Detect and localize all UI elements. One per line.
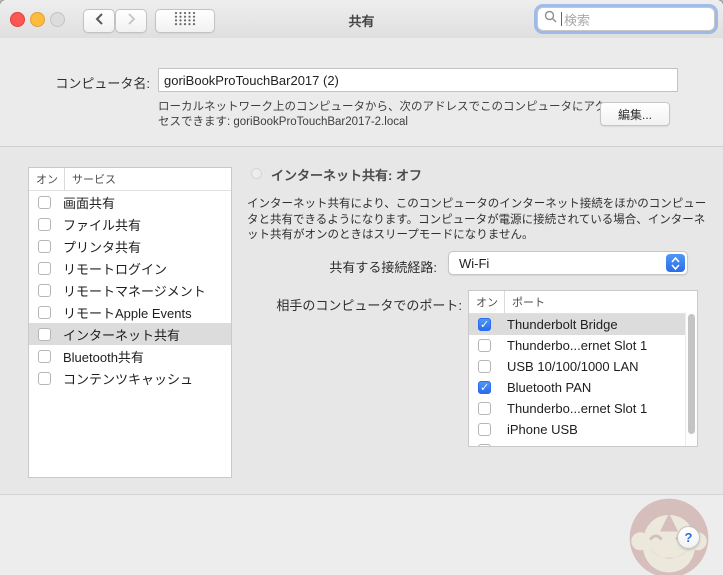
port-row[interactable]: Thunderbolt Bridge xyxy=(469,314,697,335)
service-row[interactable]: Bluetooth共有 xyxy=(29,345,231,367)
search-input[interactable]: 検索 xyxy=(537,7,715,31)
connection-source-label: 共有する接続経路: xyxy=(329,260,437,275)
titlebar: 共有 検索 xyxy=(0,0,723,39)
services-header-service: サービス xyxy=(64,168,231,190)
service-checkbox[interactable] xyxy=(38,217,51,231)
port-checkbox[interactable] xyxy=(478,423,491,436)
port-checkbox[interactable] xyxy=(478,318,491,331)
port-row[interactable]: USB 10/100/1000 LAN xyxy=(469,356,697,377)
service-checkbox[interactable] xyxy=(38,239,51,253)
services-table-header: オン サービス xyxy=(29,168,231,191)
port-checkbox[interactable] xyxy=(478,360,491,373)
ports-scrollbar[interactable] xyxy=(685,312,697,446)
port-label: Thunderbo...ernet Slot 1 xyxy=(507,338,648,353)
status-indicator-off xyxy=(251,168,262,179)
internet-sharing-status-title: インターネット共有: オフ xyxy=(271,168,422,183)
description-line: ローカルネットワーク上のコンピュータから、次のアドレスでこのコンピュータにアク xyxy=(158,101,606,113)
edit-button[interactable]: 編集... xyxy=(600,102,670,126)
service-row[interactable]: プリンタ共有 xyxy=(29,235,231,257)
ports-header-port: ポート xyxy=(504,291,697,313)
search-placeholder: 検索 xyxy=(564,12,591,28)
port-row[interactable]: Thunderbo...ernet Slot 1 xyxy=(469,398,697,419)
computer-name-field[interactable] xyxy=(158,68,678,92)
main-section: オン サービス 画面共有 ファイル共有 プリンタ共有 リモートログイン リモート… xyxy=(0,147,723,495)
port-row[interactable]: Bluetooth PAN xyxy=(469,377,697,398)
port-row[interactable]: iPhone USB xyxy=(469,419,697,440)
computer-name-description: ローカルネットワーク上のコンピュータから、次のアドレスでこのコンピュータにアク … xyxy=(158,100,606,130)
help-button[interactable]: ? xyxy=(677,526,700,549)
port-row[interactable]: Thunderbo...ernet Slot 1 xyxy=(469,335,697,356)
computer-name-label: コンピュータ名: xyxy=(55,76,150,91)
connection-source-dropdown[interactable]: Wi-Fi xyxy=(448,251,688,275)
service-label: コンテンツキャッシュ xyxy=(63,371,194,387)
ports-table: オン ポート Thunderbolt Bridge Thunderbo...er… xyxy=(468,290,698,447)
service-checkbox[interactable] xyxy=(38,349,51,363)
edit-button-label: 編集... xyxy=(617,107,652,122)
service-label: Bluetooth共有 xyxy=(63,349,144,365)
question-mark-icon: ? xyxy=(684,530,693,545)
description-line: タと共有できるようになります。コンピュータが電源に接続されている場合、インターネ xyxy=(247,213,706,226)
text-caret xyxy=(561,12,562,26)
ports-table-header: オン ポート xyxy=(469,291,697,314)
port-checkbox[interactable] xyxy=(478,381,491,394)
port-label: Bluetooth PAN xyxy=(507,380,592,395)
service-row[interactable]: コンテンツキャッシュ xyxy=(29,367,231,389)
services-table: オン サービス 画面共有 ファイル共有 プリンタ共有 リモートログイン リモート… xyxy=(28,167,232,478)
service-row[interactable]: ファイル共有 xyxy=(29,213,231,235)
dropdown-stepper-icon xyxy=(666,254,685,272)
computer-name-section: コンピュータ名: ローカルネットワーク上のコンピュータから、次のアドレスでこのコ… xyxy=(0,38,723,147)
port-row[interactable] xyxy=(469,440,697,446)
service-row[interactable]: 画面共有 xyxy=(29,191,231,213)
service-label: 画面共有 xyxy=(63,195,116,211)
port-label: iPhone USB xyxy=(507,422,578,437)
services-rows: 画面共有 ファイル共有 プリンタ共有 リモートログイン リモートマネージメント … xyxy=(29,191,231,389)
service-checkbox[interactable] xyxy=(38,371,51,385)
service-label: インターネット共有 xyxy=(63,327,181,343)
service-label: ファイル共有 xyxy=(63,217,142,233)
service-checkbox[interactable] xyxy=(38,195,51,209)
ports-label: 相手のコンピュータでのポート: xyxy=(276,298,462,313)
internet-sharing-description: インターネット共有により、このコンピュータのインターネット接続をほかのコンピュー… xyxy=(247,197,706,244)
ports-scrollbar-thumb[interactable] xyxy=(688,314,695,434)
port-label: Thunderbo...ernet Slot 1 xyxy=(507,401,648,416)
service-checkbox[interactable] xyxy=(38,327,51,341)
description-line: インターネット共有により、このコンピュータのインターネット接続をほかのコンピュー xyxy=(247,198,707,210)
port-label: USB 10/100/1000 LAN xyxy=(507,359,639,374)
service-label: プリンタ共有 xyxy=(63,239,142,255)
port-checkbox[interactable] xyxy=(478,444,491,446)
port-label: Thunderbolt Bridge xyxy=(507,317,618,332)
ports-header-on: オン xyxy=(476,297,498,309)
ports-rows: Thunderbolt Bridge Thunderbo...ernet Slo… xyxy=(469,314,697,446)
bottom-bar: ? xyxy=(0,495,723,575)
search-icon xyxy=(544,10,557,28)
port-checkbox[interactable] xyxy=(478,402,491,415)
service-row[interactable]: インターネット共有 xyxy=(29,323,231,345)
port-checkbox[interactable] xyxy=(478,339,491,352)
dropdown-selected-value: Wi-Fi xyxy=(459,255,490,271)
description-line: ット共有がオンのときはスリープモードになりません。 xyxy=(247,229,534,241)
description-line: セスできます: goriBookProTouchBar2017-2.local xyxy=(158,116,408,128)
services-header-on: オン xyxy=(36,174,58,186)
sharing-preferences-window: 共有 検索 コンピュータ名: ローカルネットワーク上のコンピュータから、次のアド… xyxy=(0,0,723,575)
